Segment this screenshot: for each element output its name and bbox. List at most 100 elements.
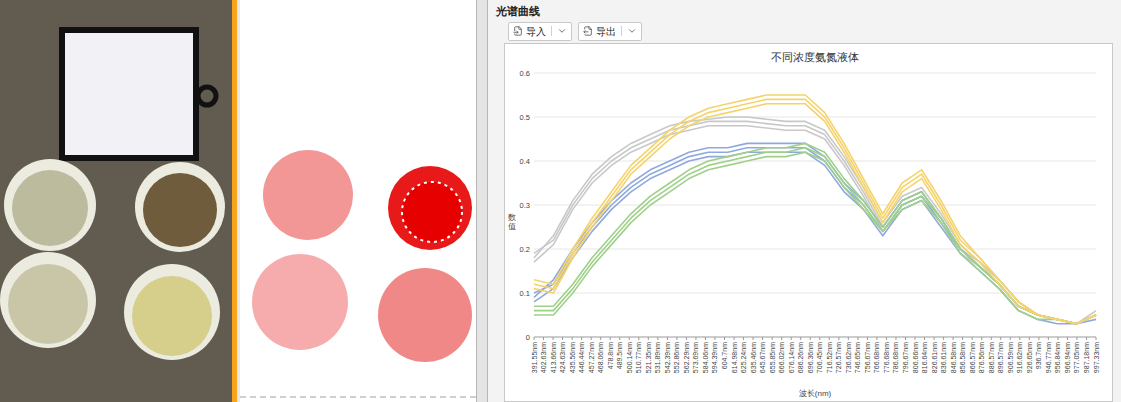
x-tick: 736.62nm <box>845 337 852 373</box>
x-tick: 987.18nm <box>1083 337 1090 373</box>
x-tick: 796.67nm <box>902 337 909 373</box>
svg-text:826.61nm: 826.61nm <box>931 342 938 373</box>
x-tick: 500.14nm <box>626 337 633 373</box>
splitter[interactable] <box>476 0 488 402</box>
svg-text:806.66nm: 806.66nm <box>912 342 919 373</box>
svg-text:478.8nm: 478.8nm <box>607 342 614 369</box>
svg-text:836.61nm: 836.61nm <box>940 342 947 373</box>
svg-text:655.85nm: 655.85nm <box>769 342 776 373</box>
dropdown-divider <box>551 26 552 36</box>
y-axis-label: 数值 <box>508 214 516 232</box>
x-tick: 552.86nm <box>673 337 680 373</box>
svg-text:435.56nm: 435.56nm <box>569 342 576 373</box>
mask-image <box>240 0 476 396</box>
svg-text:521.35nm: 521.35nm <box>645 342 652 373</box>
x-tick: 786.68nm <box>892 337 899 373</box>
x-tick: 542.39nm <box>664 337 671 373</box>
svg-text:786.68nm: 786.68nm <box>892 342 899 373</box>
svg-text:0.2: 0.2 <box>520 245 530 254</box>
toolbar-button[interactable]: 导入 <box>508 22 572 41</box>
svg-text:816.64nm: 816.64nm <box>921 342 928 373</box>
svg-text:716.52nm: 716.52nm <box>826 342 833 373</box>
svg-text:0.3: 0.3 <box>520 201 530 210</box>
x-tick: 966.94nm <box>1064 337 1071 373</box>
svg-text:0.4: 0.4 <box>520 157 530 166</box>
svg-text:614.98nm: 614.98nm <box>731 342 738 373</box>
x-tick: 876.56nm <box>978 337 985 373</box>
svg-text:686.26nm: 686.26nm <box>797 342 804 373</box>
x-tick: 457.27nm <box>588 337 595 373</box>
series-line <box>534 143 1096 323</box>
svg-text:916.62nm: 916.62nm <box>1016 342 1023 373</box>
file-icon <box>513 26 523 36</box>
x-tick: 826.61nm <box>931 337 938 373</box>
series-line <box>534 99 1096 323</box>
x-tick: 696.36nm <box>807 337 814 373</box>
x-tick: 531.89nm <box>654 337 661 373</box>
svg-text:696.36nm: 696.36nm <box>807 342 814 373</box>
toolbar: 导入导出 <box>488 20 1121 42</box>
svg-text:906.59nm: 906.59nm <box>1007 342 1014 373</box>
x-tick: 655.85nm <box>769 337 776 373</box>
svg-text:645.67nm: 645.67nm <box>759 342 766 373</box>
svg-text:766.68nm: 766.68nm <box>873 342 880 373</box>
svg-text:531.89nm: 531.89nm <box>654 342 661 373</box>
x-tick: 906.59nm <box>1007 337 1014 373</box>
svg-text:625.24nm: 625.24nm <box>740 342 747 373</box>
x-tick: 625.24nm <box>740 337 747 373</box>
svg-text:706.45nm: 706.45nm <box>816 342 823 373</box>
x-axis-label: 波长(nm) <box>799 389 832 398</box>
svg-text:468.06nm: 468.06nm <box>597 342 604 373</box>
svg-text:856.58nm: 856.58nm <box>959 342 966 373</box>
x-tick: 836.61nm <box>940 337 947 373</box>
mask-region <box>388 166 472 250</box>
x-tick: 916.62nm <box>1016 337 1023 373</box>
svg-text:424.63nm: 424.63nm <box>559 342 566 373</box>
x-tick: 997.33nm <box>1093 337 1100 373</box>
svg-text:736.62nm: 736.62nm <box>845 342 852 373</box>
x-tick: 478.8nm <box>607 337 614 369</box>
svg-text:635.46nm: 635.46nm <box>750 342 757 373</box>
x-tick: 446.44nm <box>578 337 585 373</box>
svg-text:886.57nm: 886.57nm <box>988 342 995 373</box>
x-tick: 391.55nm <box>531 337 538 373</box>
x-tick: 946.77nm <box>1045 337 1052 373</box>
svg-text:0.6: 0.6 <box>520 69 530 78</box>
y-tick: 0.6 <box>520 69 1096 78</box>
svg-text:500.14nm: 500.14nm <box>626 342 633 373</box>
svg-text:977.05nm: 977.05nm <box>1073 342 1080 373</box>
svg-text:956.84nm: 956.84nm <box>1054 342 1061 373</box>
x-tick: 584.06nm <box>702 337 709 373</box>
toolbar-button[interactable]: 导出 <box>578 22 642 41</box>
x-tick: 635.46nm <box>750 337 757 373</box>
file-icon <box>583 26 593 36</box>
camera-photo <box>0 0 232 402</box>
svg-text:573.69nm: 573.69nm <box>692 342 699 373</box>
svg-text:402.63nm: 402.63nm <box>540 342 547 373</box>
svg-text:0: 0 <box>526 333 530 342</box>
chevron-down-icon[interactable] <box>627 26 637 36</box>
svg-text:896.57nm: 896.57nm <box>997 342 1004 373</box>
svg-text:726.57nm: 726.57nm <box>835 342 842 373</box>
chart-frame: 数值不同浓度氨氮液体00.10.20.30.40.50.6391.55nm402… <box>504 43 1113 402</box>
chevron-down-icon[interactable] <box>557 26 567 36</box>
series-line <box>534 104 1096 324</box>
svg-text:936.7nm: 936.7nm <box>1035 342 1042 369</box>
svg-text:746.65nm: 746.65nm <box>854 342 861 373</box>
x-tick: 413.66nm <box>550 337 557 373</box>
x-tick: 926.65nm <box>1026 337 1033 373</box>
svg-text:946.77nm: 946.77nm <box>1045 342 1052 373</box>
svg-text:756.67nm: 756.67nm <box>864 342 871 373</box>
svg-text:562.29nm: 562.29nm <box>683 342 690 373</box>
x-tick: 562.29nm <box>683 337 690 373</box>
photo-panel <box>0 0 232 402</box>
svg-text:604.7nm: 604.7nm <box>721 342 728 369</box>
svg-text:594.39nm: 594.39nm <box>711 342 718 373</box>
svg-text:584.06nm: 584.06nm <box>702 342 709 373</box>
svg-text:796.67nm: 796.67nm <box>902 342 909 373</box>
app: 光谱曲线导入导出数值不同浓度氨氮液体00.10.20.30.40.50.6391… <box>0 0 1121 402</box>
y-tick: 0 <box>526 333 1096 342</box>
x-tick: 856.58nm <box>959 337 966 373</box>
svg-text:413.66nm: 413.66nm <box>550 342 557 373</box>
mask-region <box>252 254 348 350</box>
